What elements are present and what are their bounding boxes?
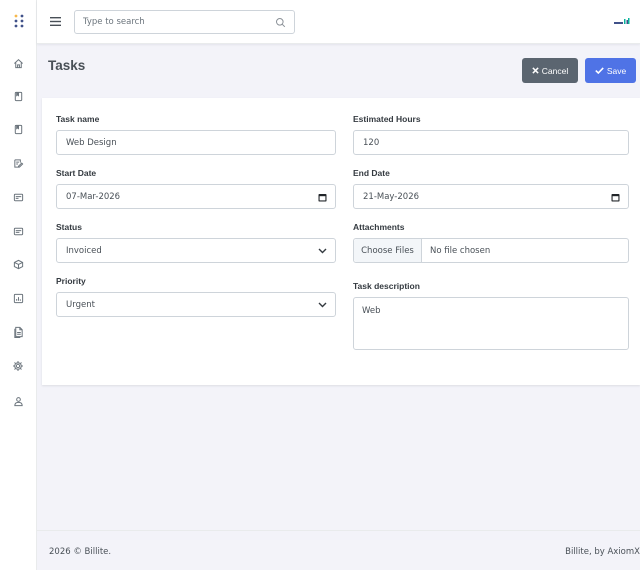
priority-label: Priority <box>56 276 86 286</box>
home-icon[interactable] <box>8 53 28 73</box>
save-button[interactable]: Save <box>585 58 636 83</box>
status-select[interactable]: Invoiced <box>56 238 336 263</box>
start-date-input[interactable]: 07-Mar-2026 <box>56 184 336 209</box>
chevron-down-icon <box>317 300 327 310</box>
brand-logo-icon[interactable] <box>614 17 630 27</box>
topbar <box>37 0 640 44</box>
copyright-text: 2026 © Billite. <box>49 547 112 557</box>
chart-icon[interactable] <box>8 288 28 308</box>
priority-value: Urgent <box>66 300 95 310</box>
estimated-hours-input[interactable]: 120 <box>353 130 629 155</box>
attachments-file-input: Choose Files No file chosen <box>353 238 629 263</box>
start-date-label: Start Date <box>56 168 97 178</box>
bookmark-outline-icon[interactable] <box>8 119 28 139</box>
sidebar <box>0 0 37 570</box>
end-date-value: 21-May-2026 <box>363 192 420 202</box>
credit-text: Billite, by AxiomX <box>565 547 640 557</box>
calendar-icon[interactable] <box>610 192 620 202</box>
start-date-value: 07-Mar-2026 <box>66 192 121 202</box>
status-value: Invoiced <box>66 246 102 256</box>
hamburger-menu-icon[interactable] <box>47 13 63 29</box>
edit-note-icon[interactable] <box>8 153 28 173</box>
search-input[interactable] <box>83 14 263 30</box>
estimated-hours-value: 120 <box>363 138 380 148</box>
task-name-value: Web Design <box>66 138 117 148</box>
search-icon[interactable] <box>275 17 286 28</box>
task-description-label: Task description <box>353 281 420 291</box>
chevron-down-icon <box>317 246 327 256</box>
document-icon[interactable] <box>8 322 28 342</box>
task-form-card: Task name Web Design Start Date 07-Mar-2… <box>42 98 640 385</box>
end-date-input[interactable]: 21-May-2026 <box>353 184 629 209</box>
no-file-chosen-text: No file chosen <box>430 246 491 256</box>
user-icon[interactable] <box>8 391 28 411</box>
search-box <box>74 10 295 34</box>
wallet-icon[interactable] <box>8 187 28 207</box>
cancel-button[interactable]: Cancel <box>522 58 578 83</box>
choose-files-button[interactable]: Choose Files <box>354 239 422 262</box>
bookmark-icon[interactable] <box>8 86 28 106</box>
settings-icon[interactable] <box>8 356 28 376</box>
receipt-icon[interactable] <box>8 221 28 241</box>
close-icon <box>532 66 539 76</box>
attachments-label: Attachments <box>353 222 405 232</box>
save-button-label: Save <box>606 65 627 76</box>
task-name-label: Task name <box>56 114 100 124</box>
end-date-label: End Date <box>353 168 390 178</box>
dots-grid-icon[interactable] <box>9 10 29 32</box>
check-icon <box>595 66 604 76</box>
task-description-value: Web <box>362 306 381 316</box>
task-name-input[interactable]: Web Design <box>56 130 336 155</box>
box-icon[interactable] <box>8 254 28 274</box>
priority-select[interactable]: Urgent <box>56 292 336 317</box>
footer: 2026 © Billite. Billite, by AxiomX <box>37 530 640 570</box>
page-title: Tasks <box>48 58 86 73</box>
cancel-button-label: Cancel <box>541 65 569 76</box>
status-label: Status <box>56 222 82 232</box>
calendar-icon[interactable] <box>317 192 327 202</box>
estimated-hours-label: Estimated Hours <box>353 114 421 124</box>
task-description-textarea[interactable]: Web <box>353 297 629 350</box>
